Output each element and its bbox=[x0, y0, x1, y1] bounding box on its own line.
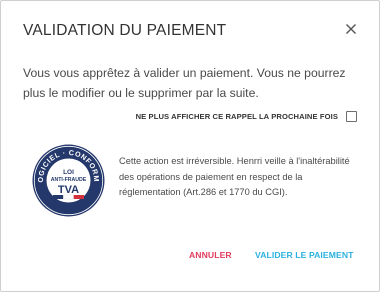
irreversible-info-text: Cette action est irréversible. Henrri ve… bbox=[119, 156, 350, 197]
seal-line2: ANTI-FRAUDE bbox=[51, 177, 87, 183]
seal-line1: LOI bbox=[63, 169, 74, 176]
dont-show-again-checkbox[interactable] bbox=[346, 111, 357, 122]
seal-line3: TVA bbox=[58, 184, 79, 196]
dialog-title: VALIDATION DU PAIEMENT bbox=[23, 22, 227, 39]
dont-show-again-label: NE PLUS AFFICHER CE RAPPEL LA PROCHAINE … bbox=[135, 112, 338, 121]
dont-show-again-option[interactable]: NE PLUS AFFICHER CE RAPPEL LA PROCHAINE … bbox=[136, 111, 357, 122]
dialog-message: Vous vous apprêtez à valider un paiement… bbox=[23, 66, 346, 100]
validate-payment-button[interactable]: VALIDER LE PAIEMENT bbox=[255, 250, 354, 260]
close-icon[interactable] bbox=[343, 21, 359, 37]
cancel-button[interactable]: ANNULER bbox=[189, 250, 232, 260]
anti-fraud-seal-icon: LOGICIEL · CONFORME LOI ANTI-FRAUDE TVA bbox=[28, 136, 106, 218]
payment-validation-dialog: VALIDATION DU PAIEMENT Vous vous apprête… bbox=[0, 0, 380, 292]
